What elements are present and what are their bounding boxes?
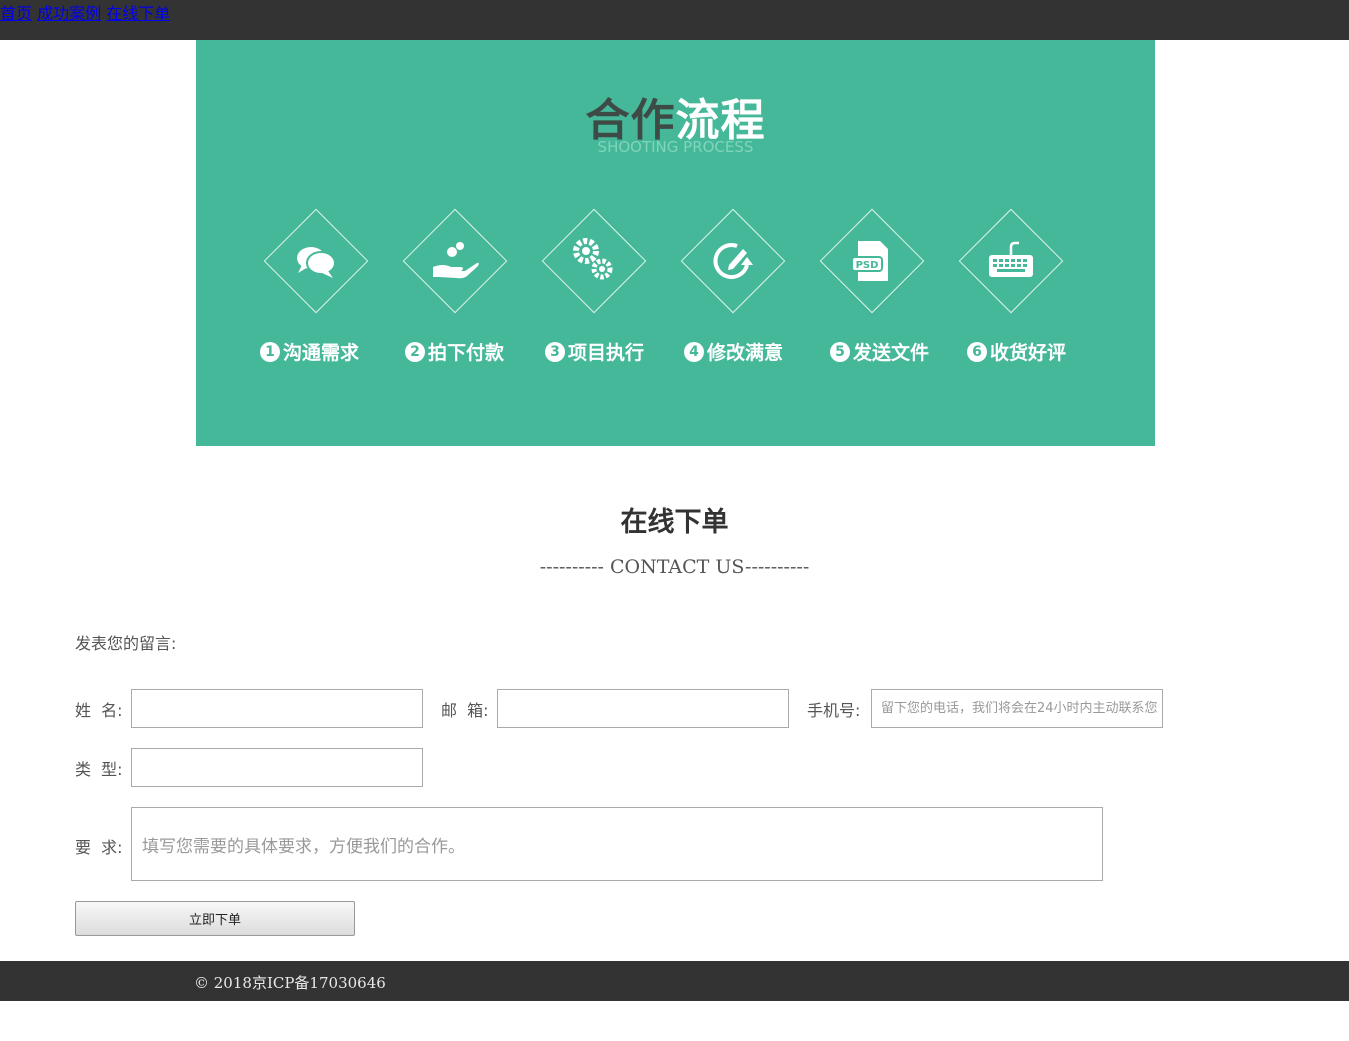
step-number-2: 2 <box>405 341 425 362</box>
step-4 <box>680 208 786 314</box>
step-number-1: 1 <box>260 341 280 362</box>
step-text-5: 发送文件 <box>853 342 930 364</box>
step-number-4: 4 <box>684 341 704 362</box>
keyboard-icon <box>989 241 1033 277</box>
step-text-1: 沟通需求 <box>283 342 360 364</box>
email-label: 邮 箱: <box>441 701 489 720</box>
top-nav-bar: 首页 成功案例 在线下单 <box>0 0 1349 40</box>
banner-subtitle: SHOOTING PROCESS <box>597 138 754 156</box>
nav-item-cases[interactable]: 成功案例 <box>37 4 101 23</box>
footer: © 2018京ICP备17030646 <box>0 961 1349 1001</box>
chat-bubbles-icon <box>297 247 336 278</box>
name-label: 姓 名: <box>75 701 123 720</box>
step-label-3: 3 项目执行 <box>545 338 644 365</box>
step-3 <box>541 208 647 314</box>
requirements-label: 要 求: <box>75 838 123 857</box>
step-1 <box>263 208 369 314</box>
name-input[interactable] <box>131 689 423 728</box>
process-banner: 合作流程 SHOOTING PROCESS PSD 1 沟通需求 2 拍下付款 … <box>196 40 1155 446</box>
requirements-textarea[interactable] <box>131 807 1103 881</box>
step-label-5: 5 发送文件 <box>830 338 929 365</box>
step-number-3: 3 <box>545 341 565 362</box>
phone-input[interactable] <box>871 689 1163 728</box>
type-input[interactable] <box>131 748 423 787</box>
step-label-4: 4 修改满意 <box>684 338 783 365</box>
section-subtitle: ---------- CONTACT US---------- <box>539 556 810 578</box>
nav-item-home[interactable]: 首页 <box>0 4 32 23</box>
step-text-6: 收货好评 <box>990 342 1067 364</box>
step-number-6: 6 <box>967 341 987 362</box>
email-input[interactable] <box>497 689 789 728</box>
submit-order-button[interactable]: 立即下单 <box>75 901 355 936</box>
step-5: PSD <box>819 208 925 314</box>
hand-coins-icon <box>433 242 479 279</box>
step-text-2: 拍下付款 <box>428 342 505 364</box>
gears-icon <box>573 238 613 280</box>
step-text-4: 修改满意 <box>707 342 784 364</box>
step-2 <box>402 208 508 314</box>
message-intro: 发表您的留言: <box>75 634 177 653</box>
phone-label: 手机号: <box>807 701 861 720</box>
nav-item-order[interactable]: 在线下单 <box>106 4 170 23</box>
step-label-6: 6 收货好评 <box>967 338 1066 365</box>
svg-text:PSD: PSD <box>856 260 879 271</box>
section-title: 在线下单 <box>620 507 729 538</box>
step-6 <box>958 208 1064 314</box>
edit-refresh-icon <box>713 243 753 279</box>
step-number-5: 5 <box>830 341 850 362</box>
psd-file-icon: PSD <box>851 241 888 281</box>
type-label: 类 型: <box>75 760 123 779</box>
step-label-2: 2 拍下付款 <box>405 338 504 365</box>
step-label-1: 1 沟通需求 <box>260 338 359 365</box>
footer-copyright: © 2018京ICP备17030646 <box>194 974 386 992</box>
step-text-3: 项目执行 <box>568 342 645 364</box>
